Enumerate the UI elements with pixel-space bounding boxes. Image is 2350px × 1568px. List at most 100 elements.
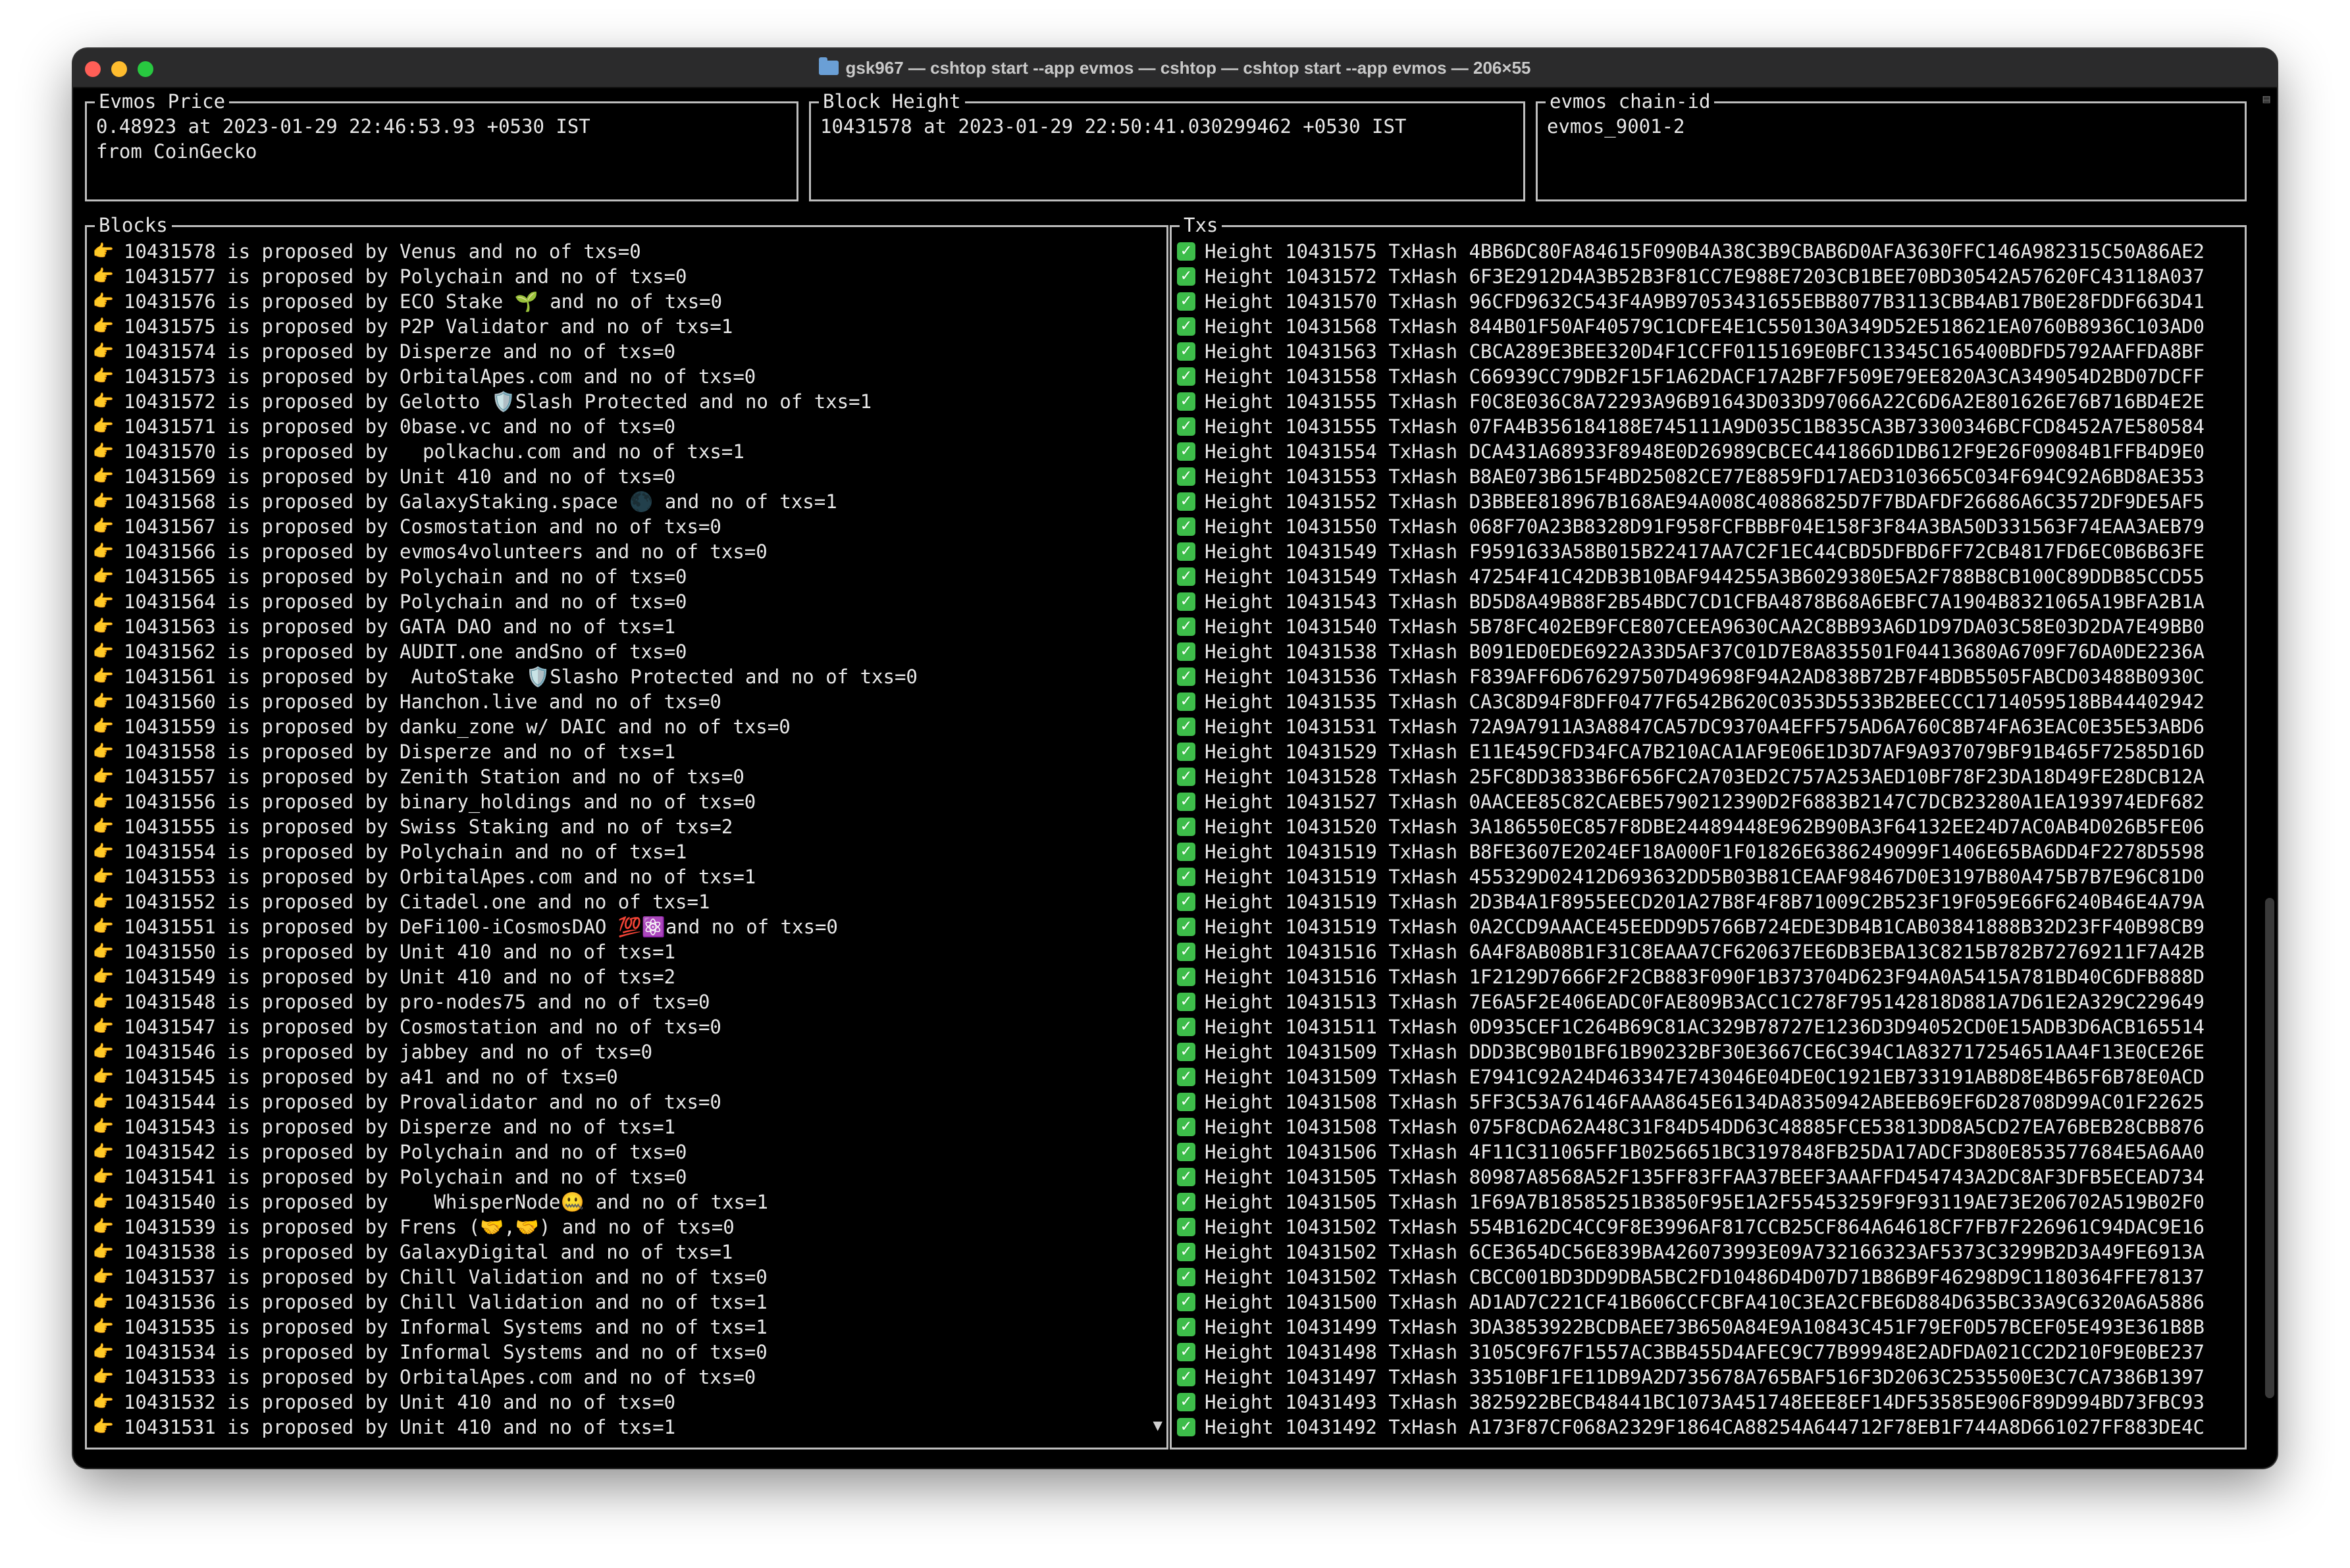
block-row-text: 10431563 is proposed by GATA DAO and no … [124, 615, 676, 638]
minimize-button[interactable] [111, 61, 127, 77]
block-row-text: 10431578 is proposed by Venus and no of … [124, 240, 641, 263]
tx-row: ✓ Height 10431568 TxHash 844B01F50AF40579… [1177, 314, 2239, 339]
block-row-text: 10431574 is proposed by Disperze and no … [124, 340, 676, 363]
tx-row: ✓ Height 10431554 TxHash DCA431A68933F894… [1177, 439, 2239, 464]
pointing-hand-icon: 👉 [92, 292, 115, 311]
check-mark-icon: ✓ [1177, 993, 1195, 1011]
tx-row: ✓ Height 10431543 TxHash BD5D8A49B88F2B54… [1177, 589, 2239, 614]
tx-row-text: Height 10431538 TxHash B091ED0EDE6922A33… [1205, 640, 2205, 663]
scroll-down-icon[interactable]: ▼ [1153, 1416, 1162, 1434]
pointing-hand-icon: 👉 [92, 1317, 115, 1337]
block-row: 👉 10431576 is proposed by ECO Stake 🌱 and… [92, 289, 1161, 314]
tx-row: ✓ Height 10431528 TxHash 25FC8DD3833B6F65… [1177, 764, 2239, 789]
block-row: 👉 10431561 is proposed by AutoStake 🛡️Sla… [92, 664, 1161, 689]
block-row: 👉 10431542 is proposed by Polychain and n… [92, 1139, 1161, 1164]
block-row-text: 10431551 is proposed by DeFi100-iCosmosD… [124, 916, 838, 938]
check-mark-icon: ✓ [1177, 1043, 1195, 1061]
block-row: 👉 10431535 is proposed by Informal System… [92, 1315, 1161, 1340]
block-row-text: 10431573 is proposed by OrbitalApes.com … [124, 365, 756, 388]
tx-row-text: Height 10431529 TxHash E11E459CFD34FCA7B… [1205, 741, 2205, 763]
zoom-button[interactable] [138, 61, 153, 77]
block-row: 👉 10431563 is proposed by GATA DAO and no… [92, 614, 1161, 639]
tx-row: ✓ Height 10431493 TxHash 3825922BECB48441… [1177, 1390, 2239, 1415]
block-height-value: 10431578 at 2023-01-29 22:50:41.03029946… [820, 115, 1407, 138]
txs-list[interactable]: ✓ Height 10431575 TxHash 4BB6DC80FA84615F… [1177, 239, 2239, 1440]
check-mark-icon: ✓ [1177, 467, 1195, 486]
tx-row-text: Height 10431516 TxHash 1F2129D7666F2F2CB… [1205, 966, 2205, 988]
block-row: 👉 10431548 is proposed by pro-nodes75 and… [92, 989, 1161, 1014]
block-row: 👉 10431569 is proposed by Unit 410 and no… [92, 464, 1161, 489]
tx-row-text: Height 10431508 TxHash 5FF3C53A76146FAAA… [1205, 1091, 2205, 1113]
block-row-text: 10431533 is proposed by OrbitalApes.com … [124, 1366, 756, 1388]
check-mark-icon: ✓ [1177, 642, 1195, 661]
check-mark-icon: ✓ [1177, 442, 1195, 461]
block-row-text: 10431566 is proposed by evmos4volunteers… [124, 540, 768, 563]
check-mark-icon: ✓ [1177, 517, 1195, 536]
tx-row-text: Height 10431502 TxHash 6CE3654DC56E839BA… [1205, 1241, 2205, 1263]
tx-row-text: Height 10431516 TxHash 6A4F8AB08B1F31C8E… [1205, 941, 2205, 963]
block-row: 👉 10431536 is proposed by Chill Validatio… [92, 1290, 1161, 1315]
terminal-window: gsk967 — cshtop start --app evmos — csht… [73, 49, 2277, 1468]
block-row: 👉 10431534 is proposed by Informal System… [92, 1340, 1161, 1365]
block-row: 👉 10431556 is proposed by binary_holdings… [92, 789, 1161, 814]
check-mark-icon: ✓ [1177, 242, 1195, 261]
txs-panel[interactable]: Txs ✓ Height 10431575 TxHash 4BB6DC80FA84… [1170, 213, 2247, 1450]
tx-row-text: Height 10431535 TxHash CA3C8D94F8DFF0477… [1205, 691, 2205, 713]
pointing-hand-icon: 👉 [92, 1392, 115, 1412]
pointing-hand-icon: 👉 [92, 867, 115, 887]
check-mark-icon: ✓ [1177, 1093, 1195, 1111]
title-bar[interactable]: gsk967 — cshtop start --app evmos — csht… [73, 49, 2277, 88]
block-row-text: 10431542 is proposed by Polychain and no… [124, 1141, 687, 1163]
block-row-text: 10431561 is proposed by AutoStake 🛡️Slas… [124, 666, 918, 688]
block-row-text: 10431562 is proposed by AUDIT.one andSno… [124, 640, 687, 663]
check-mark-icon: ✓ [1177, 592, 1195, 611]
tx-row: ✓ Height 10431505 TxHash 80987A8568A52F13… [1177, 1164, 2239, 1189]
block-row: 👉 10431532 is proposed by Unit 410 and no… [92, 1390, 1161, 1415]
tx-row: ✓ Height 10431498 TxHash 3105C9F67F1557AC… [1177, 1340, 2239, 1365]
pointing-hand-icon: 👉 [92, 342, 115, 361]
check-mark-icon: ✓ [1177, 1343, 1195, 1361]
block-row-text: 10431546 is proposed by jabbey and no of… [124, 1041, 653, 1063]
tx-row-text: Height 10431552 TxHash D3BBEE818967B168A… [1205, 490, 2205, 513]
pointing-hand-icon: 👉 [92, 967, 115, 987]
title-wrap: gsk967 — cshtop start --app evmos — csht… [819, 57, 1531, 78]
block-row-text: 10431535 is proposed by Informal Systems… [124, 1316, 768, 1338]
block-row: 👉 10431557 is proposed by Zenith Station … [92, 764, 1161, 789]
block-row-text: 10431567 is proposed by Cosmostation and… [124, 515, 721, 538]
scrollbar[interactable] [2265, 898, 2274, 1398]
block-row: 👉 10431533 is proposed by OrbitalApes.com… [92, 1365, 1161, 1390]
blocks-list[interactable]: 👉 10431578 is proposed by Venus and no of… [92, 239, 1161, 1440]
tx-row: ✓ Height 10431550 TxHash 068F70A23B8328D9… [1177, 514, 2239, 539]
pointing-hand-icon: 👉 [92, 717, 115, 737]
check-mark-icon: ✓ [1177, 1293, 1195, 1311]
tx-row-text: Height 10431502 TxHash CBCC001BD3DD9DBA5… [1205, 1266, 2205, 1288]
block-row: 👉 10431539 is proposed by Frens (🤝,🤝) and… [92, 1215, 1161, 1240]
close-button[interactable] [85, 61, 101, 77]
tx-row: ✓ Height 10431505 TxHash 1F69A7B18585251B… [1177, 1189, 2239, 1215]
tx-row: ✓ Height 10431552 TxHash D3BBEE818967B168… [1177, 489, 2239, 514]
pointing-hand-icon: 👉 [92, 1142, 115, 1162]
pointing-hand-icon: 👉 [92, 642, 115, 662]
pointing-hand-icon: 👉 [92, 417, 115, 436]
blocks-panel[interactable]: Blocks 👉 10431578 is proposed by Venus an… [85, 213, 1168, 1450]
check-mark-icon: ✓ [1177, 768, 1195, 786]
tx-row-text: Height 10431549 TxHash 47254F41C42DB3B10… [1205, 565, 2205, 588]
pointing-hand-icon: 👉 [92, 1367, 115, 1387]
tx-row: ✓ Height 10431513 TxHash 7E6A5F2E406EADC0… [1177, 989, 2239, 1014]
check-mark-icon: ✓ [1177, 367, 1195, 386]
tx-row: ✓ Height 10431570 TxHash 96CFD9632C543F4A… [1177, 289, 2239, 314]
folder-icon [819, 57, 839, 75]
tx-row: ✓ Height 10431555 TxHash F0C8E036C8A72293… [1177, 389, 2239, 414]
block-row: 👉 10431571 is proposed by 0base.vc and no… [92, 414, 1161, 439]
check-mark-icon: ✓ [1177, 1018, 1195, 1036]
pointing-hand-icon: 👉 [92, 467, 115, 486]
block-row: 👉 10431575 is proposed by P2P Validator a… [92, 314, 1161, 339]
tx-row-text: Height 10431493 TxHash 3825922BECB48441B… [1205, 1391, 2205, 1413]
block-row: 👉 10431545 is proposed by a41 and no of t… [92, 1064, 1161, 1089]
block-row-text: 10431569 is proposed by Unit 410 and no … [124, 465, 676, 488]
block-row: 👉 10431564 is proposed by Polychain and n… [92, 589, 1161, 614]
tx-row-text: Height 10431568 TxHash 844B01F50AF40579C… [1205, 315, 2205, 338]
block-row-text: 10431577 is proposed by Polychain and no… [124, 265, 687, 288]
check-mark-icon: ✓ [1177, 617, 1195, 636]
check-mark-icon: ✓ [1177, 968, 1195, 986]
